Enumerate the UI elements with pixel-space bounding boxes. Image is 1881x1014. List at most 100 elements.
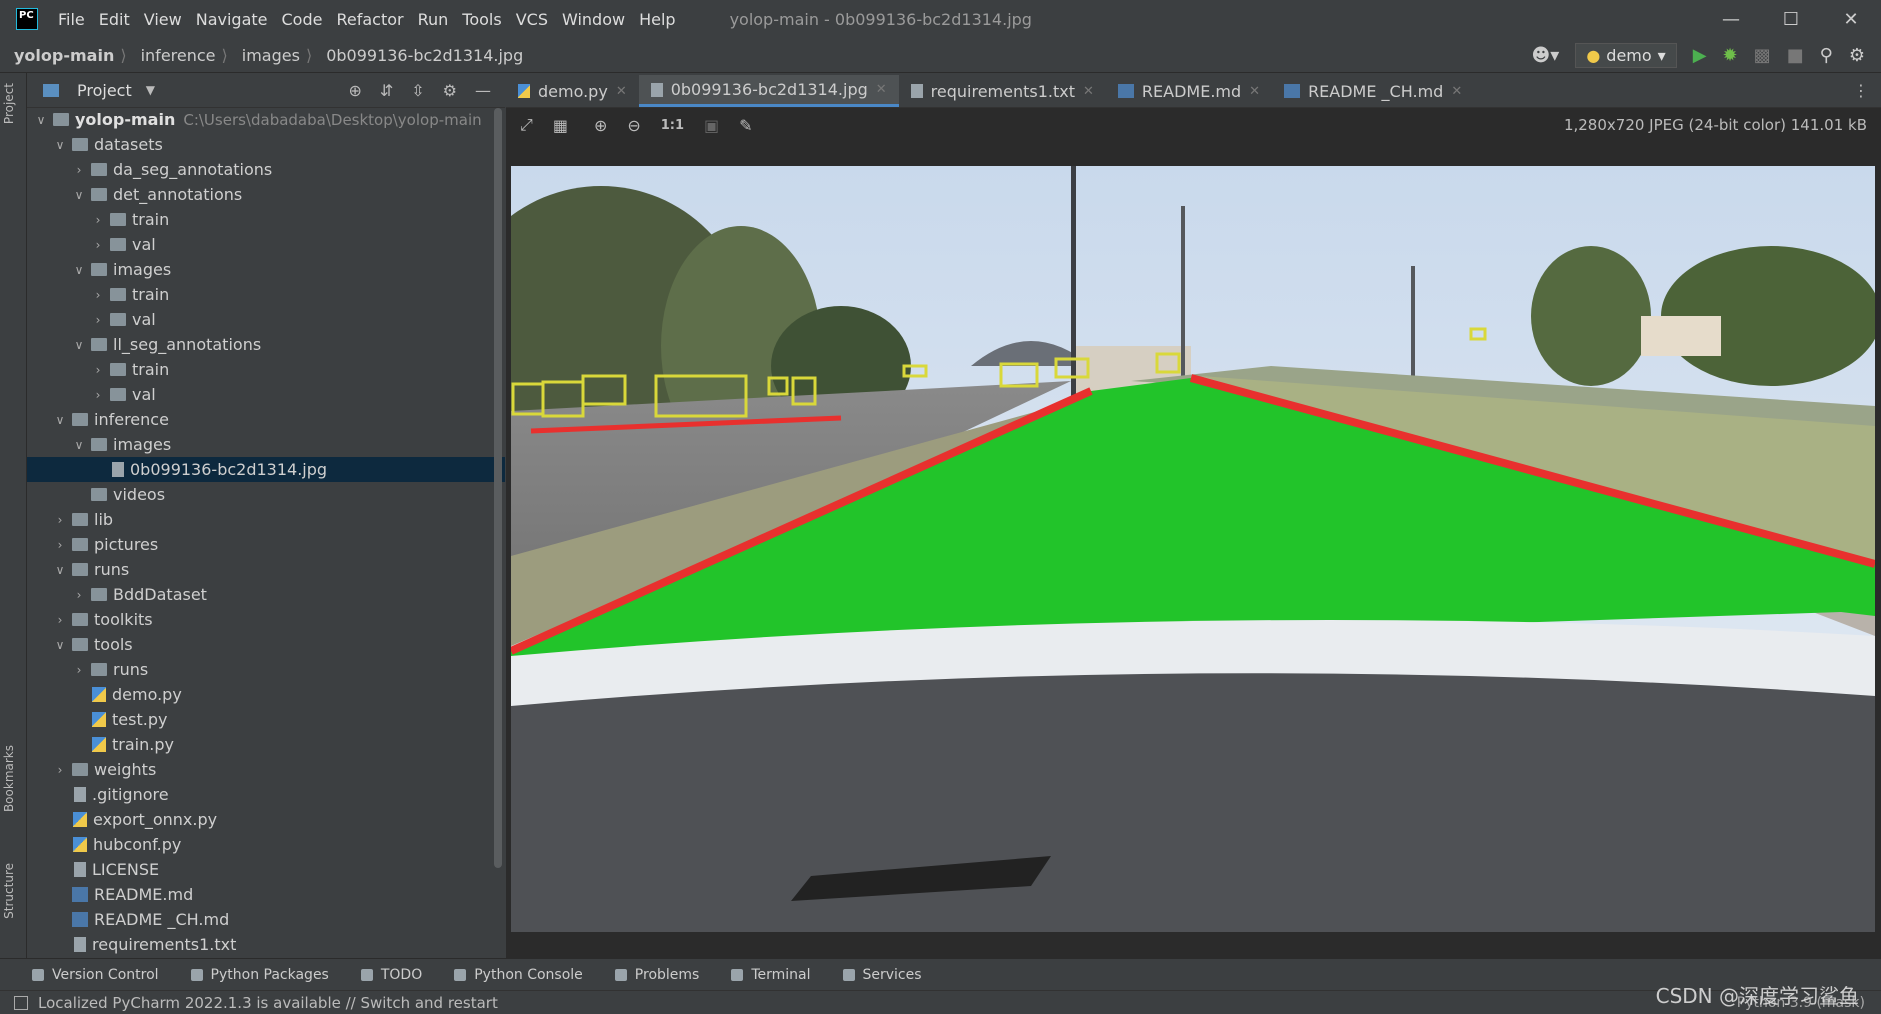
tool-version-control[interactable]: Version Control bbox=[32, 967, 159, 983]
chevron-right-icon[interactable]: › bbox=[90, 288, 106, 302]
tree-item[interactable]: demo.py bbox=[27, 682, 505, 707]
breadcrumb-file[interactable]: 0b099136-bc2d1314.jpg bbox=[326, 46, 523, 65]
tree-item[interactable]: ∨ images bbox=[27, 257, 505, 282]
menu-file[interactable]: File bbox=[58, 10, 85, 29]
tool-services[interactable]: Services bbox=[842, 967, 922, 983]
close-tab-icon[interactable]: ✕ bbox=[616, 84, 627, 99]
chevron-down-icon[interactable]: ∨ bbox=[71, 438, 87, 452]
menu-refactor[interactable]: Refactor bbox=[336, 10, 403, 29]
tree-item[interactable]: ∨ tools bbox=[27, 632, 505, 657]
chevron-down-icon[interactable]: ∨ bbox=[33, 113, 49, 127]
close-icon[interactable]: ✕ bbox=[1821, 9, 1881, 30]
color-picker-icon[interactable]: ✎ bbox=[739, 116, 752, 135]
chevron-down-icon[interactable]: ▼ bbox=[146, 83, 155, 97]
expand-all-icon[interactable]: ⇵ bbox=[380, 81, 393, 100]
tree-item[interactable]: README _CH.md bbox=[27, 907, 505, 932]
tool-todo[interactable]: TODO bbox=[360, 967, 422, 983]
chevron-right-icon[interactable]: › bbox=[90, 388, 106, 402]
user-icon[interactable]: ☻▾ bbox=[1532, 45, 1560, 66]
menu-tools[interactable]: Tools bbox=[462, 10, 501, 29]
tree-item[interactable]: › val bbox=[27, 382, 505, 407]
tree-item[interactable]: › da_seg_annotations bbox=[27, 157, 505, 182]
close-tab-icon[interactable]: ✕ bbox=[876, 82, 887, 97]
tree-item[interactable]: train.py bbox=[27, 732, 505, 757]
project-panel-title[interactable]: Project bbox=[77, 81, 132, 100]
minimize-icon[interactable]: — bbox=[1701, 9, 1761, 30]
tree-item[interactable]: › train bbox=[27, 282, 505, 307]
coverage-icon[interactable]: ▩ bbox=[1754, 45, 1771, 66]
tree-item[interactable]: ∨ inference bbox=[27, 407, 505, 432]
chevron-down-icon[interactable]: ∨ bbox=[52, 638, 68, 652]
chessboard-icon[interactable]: ▣ bbox=[704, 116, 719, 135]
chevron-down-icon[interactable]: ∨ bbox=[52, 413, 68, 427]
tree-item[interactable]: ∨ ll_seg_annotations bbox=[27, 332, 505, 357]
breadcrumb-project[interactable]: yolop-main bbox=[14, 46, 114, 65]
debug-icon[interactable]: ✹ bbox=[1723, 45, 1738, 66]
chevron-right-icon[interactable]: › bbox=[71, 663, 87, 677]
zoom-in-icon[interactable]: ⊕ bbox=[594, 116, 607, 135]
collapse-all-icon[interactable]: ⇳ bbox=[411, 81, 424, 100]
locate-icon[interactable]: ⊕ bbox=[348, 81, 361, 100]
search-icon[interactable]: ⚲ bbox=[1820, 45, 1833, 66]
tool-python-console[interactable]: Python Console bbox=[454, 967, 583, 983]
maximize-icon[interactable]: ☐ bbox=[1761, 9, 1821, 30]
tree-item[interactable]: LICENSE bbox=[27, 857, 505, 882]
actual-size-button[interactable]: 1:1 bbox=[661, 118, 684, 133]
grid-icon[interactable]: ▦ bbox=[553, 116, 568, 135]
menu-view[interactable]: View bbox=[144, 10, 182, 29]
fit-to-window-icon[interactable]: ⤢ bbox=[520, 115, 533, 135]
chevron-right-icon[interactable]: › bbox=[90, 238, 106, 252]
menu-navigate[interactable]: Navigate bbox=[196, 10, 268, 29]
tree-item[interactable]: › train bbox=[27, 207, 505, 232]
chevron-right-icon[interactable]: › bbox=[71, 163, 87, 177]
tree-item[interactable]: ∨ images bbox=[27, 432, 505, 457]
editor-tab[interactable]: requirements1.txt ✕ bbox=[899, 75, 1106, 107]
chevron-down-icon[interactable]: ∨ bbox=[52, 138, 68, 152]
tree-item[interactable]: › val bbox=[27, 307, 505, 332]
run-icon[interactable]: ▶ bbox=[1693, 45, 1707, 66]
editor-tab[interactable]: README.md ✕ bbox=[1106, 75, 1272, 107]
tree-item[interactable]: ∨ yolop-main C:\Users\dabadaba\Desktop\yol… bbox=[27, 107, 505, 132]
breadcrumb-inference[interactable]: inference bbox=[141, 46, 216, 65]
tree-item[interactable]: › val bbox=[27, 232, 505, 257]
editor-tab[interactable]: README _CH.md ✕ bbox=[1272, 75, 1474, 107]
tree-item[interactable]: export_onnx.py bbox=[27, 807, 505, 832]
tree-item[interactable]: videos bbox=[27, 482, 505, 507]
editor-tab[interactable]: demo.py ✕ bbox=[506, 75, 639, 107]
bookmarks-tool-button[interactable]: Bookmarks bbox=[2, 745, 16, 812]
stop-icon[interactable]: ■ bbox=[1787, 45, 1804, 66]
editor-tab[interactable]: 0b099136-bc2d1314.jpg ✕ bbox=[638, 75, 899, 107]
chevron-right-icon[interactable]: › bbox=[90, 313, 106, 327]
tree-item[interactable]: requirements1.txt bbox=[27, 932, 505, 957]
tool-terminal[interactable]: Terminal bbox=[731, 967, 811, 983]
more-tabs-icon[interactable]: ⋮ bbox=[1853, 81, 1869, 100]
tree-item[interactable]: test.py bbox=[27, 707, 505, 732]
tree-item[interactable]: › runs bbox=[27, 657, 505, 682]
chevron-right-icon[interactable]: › bbox=[90, 213, 106, 227]
chevron-right-icon[interactable]: › bbox=[52, 763, 68, 777]
menu-run[interactable]: Run bbox=[418, 10, 449, 29]
tree-item[interactable]: hubconf.py bbox=[27, 832, 505, 857]
menu-code[interactable]: Code bbox=[282, 10, 323, 29]
chevron-down-icon[interactable]: ∨ bbox=[52, 563, 68, 577]
close-tab-icon[interactable]: ✕ bbox=[1249, 84, 1260, 99]
chevron-right-icon[interactable]: › bbox=[71, 588, 87, 602]
tree-item[interactable]: › BddDataset bbox=[27, 582, 505, 607]
close-tab-icon[interactable]: ✕ bbox=[1083, 84, 1094, 99]
chevron-right-icon[interactable]: › bbox=[52, 513, 68, 527]
chevron-right-icon[interactable]: › bbox=[52, 613, 68, 627]
menu-edit[interactable]: Edit bbox=[99, 10, 130, 29]
hide-icon[interactable]: — bbox=[475, 81, 491, 100]
tree-item[interactable]: › toolkits bbox=[27, 607, 505, 632]
tree-item[interactable]: ∨ det_annotations bbox=[27, 182, 505, 207]
status-message[interactable]: Localized PyCharm 2022.1.3 is available … bbox=[14, 994, 498, 1012]
structure-tool-button[interactable]: Structure bbox=[2, 863, 16, 919]
zoom-out-icon[interactable]: ⊖ bbox=[627, 116, 640, 135]
settings-icon[interactable]: ⚙ bbox=[1849, 45, 1865, 66]
breadcrumb-images[interactable]: images bbox=[242, 46, 300, 65]
chevron-right-icon[interactable]: › bbox=[90, 363, 106, 377]
tree-item[interactable]: › lib bbox=[27, 507, 505, 532]
close-tab-icon[interactable]: ✕ bbox=[1451, 84, 1462, 99]
menu-window[interactable]: Window bbox=[562, 10, 625, 29]
menu-vcs[interactable]: VCS bbox=[516, 10, 548, 29]
